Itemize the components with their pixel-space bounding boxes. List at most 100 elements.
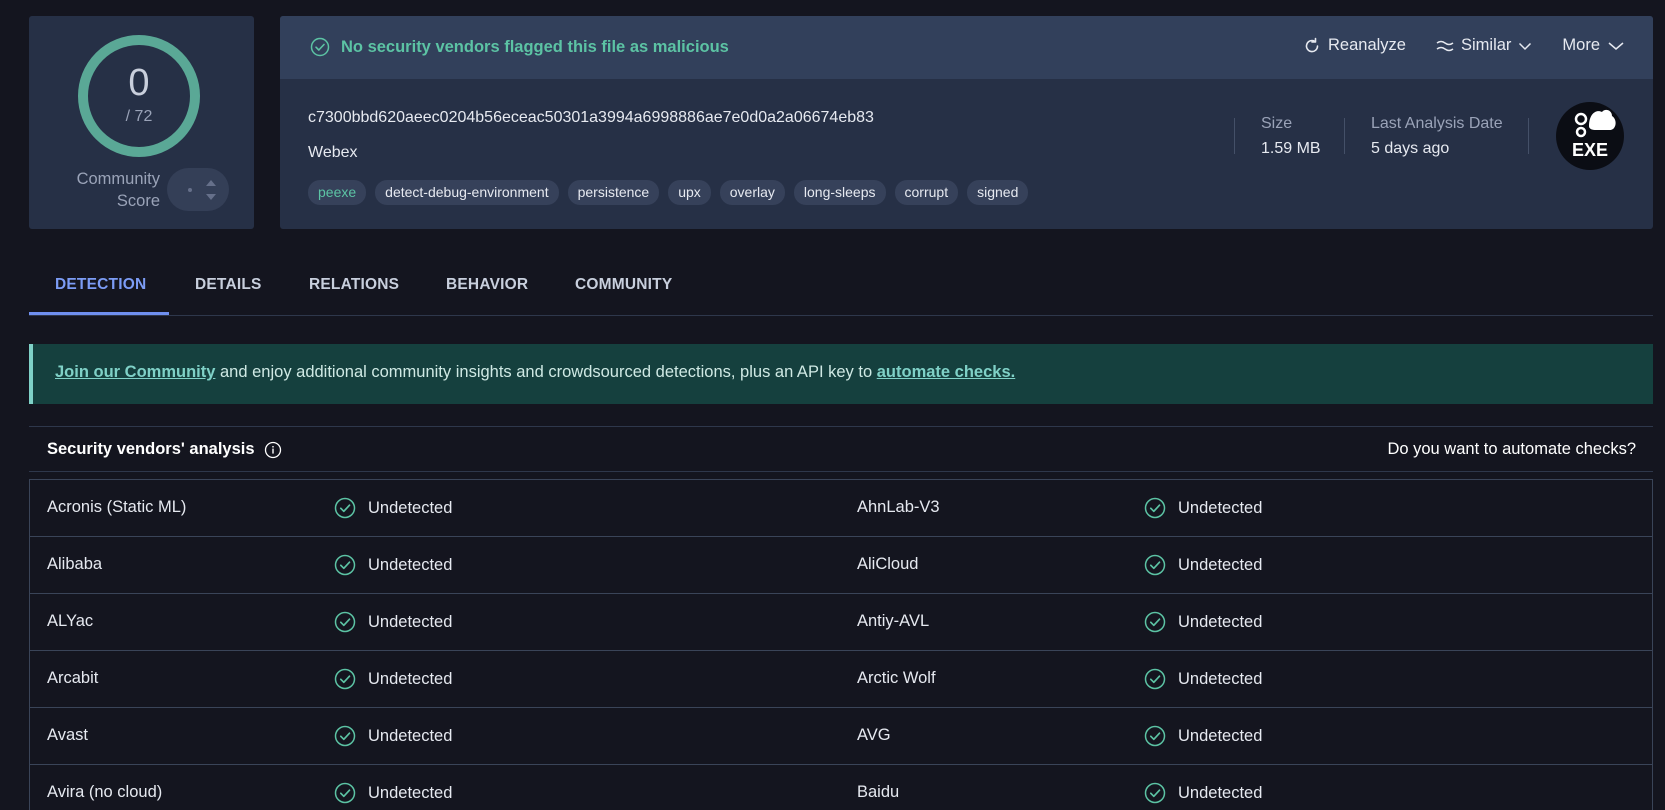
vendor-name: AhnLab-V3 <box>857 498 940 516</box>
check-circle-icon <box>334 497 356 519</box>
refresh-icon <box>1305 37 1319 52</box>
vendor-result: Undetected <box>334 497 452 519</box>
check-circle-icon <box>1144 668 1166 690</box>
tag[interactable]: long-sleeps <box>793 180 886 205</box>
check-circle-icon <box>1144 497 1166 519</box>
tag[interactable]: upx <box>668 180 711 205</box>
vendor-name: ALYac <box>47 612 94 630</box>
check-circle-icon <box>334 554 356 576</box>
vendor-name: AVG <box>857 726 891 744</box>
tag[interactable]: peexe <box>308 180 367 205</box>
check-circle-icon <box>1144 554 1166 576</box>
tab-detection[interactable]: DETECTION <box>55 276 146 294</box>
vendors-header: Security vendors' analysis Do you want t… <box>29 426 1653 472</box>
banner-text: Join our Community and enjoy additional … <box>55 363 1016 381</box>
table-row: ALYac Undetected Antiy-AVL Undetected <box>30 594 1652 651</box>
similar-icon <box>1436 40 1454 51</box>
file-hash[interactable]: c7300bbd620aeec0204b56eceac50301a3994a69… <box>308 109 874 127</box>
community-vote-control[interactable] <box>167 168 229 211</box>
report-tabs: DETECTION DETAILS RELATIONS BEHAVIOR COM… <box>29 262 1653 316</box>
check-circle-icon <box>334 725 356 747</box>
similar-dropdown-button[interactable]: Similar <box>1436 36 1532 55</box>
tag[interactable]: detect-debug-environment <box>375 180 559 205</box>
community-score-label: Community Score <box>76 170 160 210</box>
vendor-name: Alibaba <box>47 555 103 573</box>
vendor-result: Undetected <box>1144 668 1262 690</box>
vendor-name: Arcabit <box>47 669 99 687</box>
last-analysis-value: 5 days ago <box>1371 140 1450 157</box>
divider <box>1344 118 1345 154</box>
vendor-result: Undetected <box>1144 554 1262 576</box>
community-banner: Join our Community and enjoy additional … <box>29 344 1653 404</box>
file-name: Webex <box>308 144 358 161</box>
size-value: 1.59 MB <box>1261 140 1321 157</box>
vendor-name: Antiy-AVL <box>857 612 930 630</box>
check-circle-icon <box>310 37 330 57</box>
tab-details[interactable]: DETAILS <box>195 276 262 294</box>
check-circle-icon <box>334 611 356 633</box>
vendor-name: Arctic Wolf <box>857 669 936 687</box>
vendor-result: Undetected <box>334 554 452 576</box>
tab-relations[interactable]: RELATIONS <box>309 276 399 294</box>
tab-behavior[interactable]: BEHAVIOR <box>446 276 528 294</box>
tab-community[interactable]: COMMUNITY <box>575 276 672 294</box>
automate-checks-link[interactable]: automate checks. <box>877 363 1015 381</box>
detection-score-card: 0 / 72 Community Score <box>29 16 254 229</box>
chevron-down-icon <box>1519 42 1532 50</box>
table-row: Alibaba Undetected AliCloud Undetected <box>30 537 1652 594</box>
check-circle-icon <box>1144 725 1166 747</box>
divider <box>1528 118 1529 154</box>
table-row: Avast Undetected AVG Undetected <box>30 708 1652 765</box>
check-circle-icon <box>1144 611 1166 633</box>
status-message: No security vendors flagged this file as… <box>310 37 729 57</box>
join-community-link[interactable]: Join our Community <box>55 363 215 381</box>
vendor-result: Undetected <box>1144 497 1262 519</box>
vendor-name: AliCloud <box>857 555 919 573</box>
vendor-result: Undetected <box>334 668 452 690</box>
table-row: Acronis (Static ML) Undetected AhnLab-V3… <box>30 480 1652 537</box>
vendor-name: Avast <box>47 726 88 744</box>
vote-down-icon[interactable] <box>206 194 216 200</box>
file-tags: peexe detect-debug-environment persisten… <box>308 180 1029 205</box>
check-circle-icon <box>334 782 356 804</box>
check-circle-icon <box>334 668 356 690</box>
reanalyze-button[interactable]: Reanalyze <box>1303 36 1406 55</box>
vendor-name: Avira (no cloud) <box>47 783 163 801</box>
summary-actions: Reanalyze Similar More <box>1303 36 1625 55</box>
gears-icon <box>1574 109 1616 138</box>
file-type-badge: EXE <box>1556 102 1624 170</box>
active-tab-indicator <box>29 312 169 315</box>
tag[interactable]: persistence <box>567 180 660 205</box>
vendor-result: Undetected <box>334 611 452 633</box>
last-analysis-label: Last Analysis Date <box>1371 115 1503 132</box>
vote-score-dot <box>188 188 192 192</box>
automate-checks-prompt[interactable]: Do you want to automate checks? <box>1387 440 1636 459</box>
detection-score-ring: 0 / 72 <box>77 34 201 158</box>
tag[interactable]: overlay <box>719 180 785 205</box>
file-type-label: EXE <box>1571 140 1609 160</box>
divider <box>1234 118 1235 154</box>
size-label: Size <box>1261 115 1293 132</box>
detection-count: 0 <box>128 62 150 104</box>
vendor-result: Undetected <box>334 782 452 804</box>
vendor-result: Undetected <box>1144 611 1262 633</box>
vendor-name: Acronis (Static ML) <box>47 498 187 516</box>
vendor-result: Undetected <box>334 725 452 747</box>
tag[interactable]: signed <box>967 180 1029 205</box>
vendor-result: Undetected <box>1144 725 1262 747</box>
vote-up-icon[interactable] <box>206 180 216 186</box>
engine-total: / 72 <box>125 108 153 125</box>
summary-header: No security vendors flagged this file as… <box>280 16 1653 79</box>
table-row: Avira (no cloud) Undetected Baidu Undete… <box>30 765 1652 810</box>
vendors-title: Security vendors' analysis <box>47 440 282 459</box>
file-summary-card: No security vendors flagged this file as… <box>280 16 1653 229</box>
check-circle-icon <box>1144 782 1166 804</box>
vendor-result: Undetected <box>1144 782 1262 804</box>
vendors-table: Acronis (Static ML) Undetected AhnLab-V3… <box>29 479 1653 810</box>
tag[interactable]: corrupt <box>894 180 959 205</box>
more-dropdown-button[interactable]: More <box>1562 36 1625 55</box>
chevron-down-icon <box>1608 41 1624 50</box>
table-row: Arcabit Undetected Arctic Wolf Undetecte… <box>30 651 1652 708</box>
vendor-name: Baidu <box>857 783 900 801</box>
info-icon[interactable] <box>264 441 282 459</box>
